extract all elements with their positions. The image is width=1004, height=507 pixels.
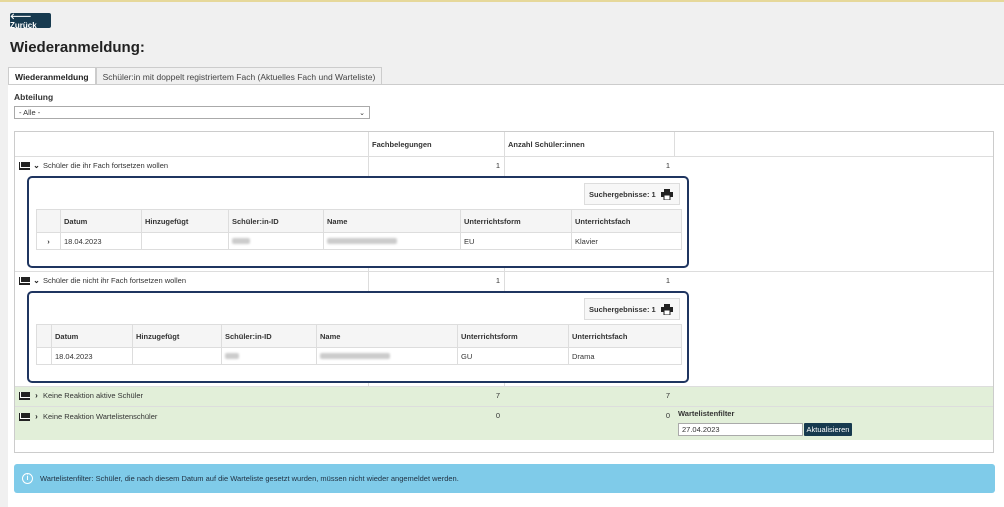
top-accent-bar bbox=[0, 0, 1004, 2]
anzahl-value: 1 bbox=[665, 161, 670, 170]
mail-icon[interactable] bbox=[19, 161, 30, 170]
results-panel-nicht-fortsetzen: Suchergebnisse: 1 Datum Hinzugefügt Schü… bbox=[27, 291, 689, 383]
info-alert: i Wartelistenfilter: Schüler, die nach d… bbox=[14, 464, 995, 493]
tab-wiederanmeldung[interactable]: Wiederanmeldung bbox=[8, 67, 96, 85]
col-datum: Datum bbox=[64, 216, 88, 226]
col-name: Name bbox=[320, 331, 341, 341]
col-hinzugefuegt: Hinzugefügt bbox=[136, 331, 180, 341]
cell-datum: 18.04.2023 bbox=[64, 236, 102, 246]
row-label-group: › Keine Reaktion aktive Schüler bbox=[19, 391, 143, 400]
tab-bar: Wiederanmeldung Schüler:in mit doppelt r… bbox=[8, 67, 383, 85]
mail-icon[interactable] bbox=[19, 391, 30, 400]
anzahl-value: 0 bbox=[665, 411, 670, 420]
cell-unterrichtsform: EU bbox=[464, 236, 475, 246]
cell-hinzugefuegt bbox=[132, 348, 136, 364]
col-datum: Datum bbox=[55, 331, 79, 341]
chevron-down-icon: ⌄ bbox=[359, 109, 365, 117]
tab-doppelt-registriert[interactable]: Schüler:in mit doppelt registriertem Fac… bbox=[95, 67, 383, 85]
cell-name-redacted bbox=[323, 233, 397, 249]
page-title: Wiederanmeldung: bbox=[10, 39, 145, 56]
table-row-nicht-fortsetzen: ⌄ Schüler die nicht ihr Fach fortsetzen … bbox=[15, 271, 993, 386]
header-anzahl-schueler: Anzahl Schüler:innen bbox=[508, 139, 585, 149]
results-table: Datum Hinzugefügt Schüler:in-ID Name Unt… bbox=[36, 209, 682, 250]
results-table: Datum Hinzugefügt Schüler:in-ID Name Unt… bbox=[36, 324, 682, 365]
wartelistenfilter-label: Wartelistenfilter bbox=[678, 409, 735, 418]
anzahl-value: 7 bbox=[665, 391, 670, 400]
wartelistenfilter-date-input[interactable]: 27.04.2023 bbox=[678, 423, 803, 436]
fachbelegungen-value: 7 bbox=[495, 391, 500, 400]
col-unterrichtsfach: Unterrichtsfach bbox=[572, 331, 628, 341]
abteilung-label: Abteilung bbox=[14, 92, 54, 102]
fachbelegungen-value: 1 bbox=[495, 161, 500, 170]
wiederanmeldung-table: Fachbelegungen Anzahl Schüler:innen ⌄ Sc… bbox=[14, 131, 994, 453]
chevron-right-icon[interactable]: › bbox=[33, 412, 40, 421]
results-panel-fortsetzen: Suchergebnisse: 1 Datum Hinzugefügt Schü… bbox=[27, 176, 689, 268]
col-hinzugefuegt: Hinzugefügt bbox=[145, 216, 189, 226]
chevron-down-icon[interactable]: ⌄ bbox=[33, 276, 40, 285]
chevron-down-icon[interactable]: ⌄ bbox=[33, 161, 40, 170]
printer-icon[interactable] bbox=[661, 189, 673, 200]
col-schueler-id: Schüler:in-ID bbox=[225, 331, 272, 341]
row-label-group: › Keine Reaktion Wartelistenschüler bbox=[19, 412, 157, 421]
results-table-header: Datum Hinzugefügt Schüler:in-ID Name Unt… bbox=[37, 325, 681, 347]
col-schueler-id: Schüler:in-ID bbox=[232, 216, 279, 226]
col-unterrichtsfach: Unterrichtsfach bbox=[575, 216, 631, 226]
table-row[interactable]: 18.04.2023 GU Drama bbox=[37, 347, 681, 364]
row-label: Keine Reaktion Wartelistenschüler bbox=[43, 412, 158, 421]
row-label: Schüler die nicht ihr Fach fortsetzen wo… bbox=[43, 276, 186, 285]
column-divider bbox=[674, 132, 675, 156]
cell-unterrichtsfach: Klavier bbox=[575, 236, 598, 246]
cell-schueler-id-redacted bbox=[228, 233, 250, 249]
mail-icon[interactable] bbox=[19, 412, 30, 421]
row-label: Schüler die ihr Fach fortsetzen wollen bbox=[43, 161, 169, 170]
chevron-right-icon[interactable]: › bbox=[33, 391, 40, 400]
abteilung-selected-value: - Alle - bbox=[19, 108, 41, 117]
search-results-count: Suchergebnisse: 1 bbox=[584, 183, 680, 205]
expand-row-icon[interactable]: › bbox=[37, 233, 60, 249]
table-row[interactable]: › 18.04.2023 EU Klavier bbox=[37, 232, 681, 249]
cell-unterrichtsform: GU bbox=[461, 351, 473, 361]
aktualisieren-button[interactable]: Aktualisieren bbox=[804, 423, 852, 436]
search-results-count: Suchergebnisse: 1 bbox=[584, 298, 680, 320]
results-label: Suchergebnisse: 1 bbox=[589, 189, 656, 199]
info-icon: i bbox=[22, 473, 33, 484]
row-label: Keine Reaktion aktive Schüler bbox=[43, 391, 144, 400]
results-label: Suchergebnisse: 1 bbox=[589, 304, 656, 314]
cell-schueler-id-redacted bbox=[221, 348, 239, 364]
cell-unterrichtsfach: Drama bbox=[572, 351, 595, 361]
header-fachbelegungen: Fachbelegungen bbox=[372, 139, 432, 149]
table-row-fortsetzen: ⌄ Schüler die ihr Fach fortsetzen wollen… bbox=[15, 156, 993, 271]
row-label-group: ⌄ Schüler die nicht ihr Fach fortsetzen … bbox=[19, 276, 186, 285]
results-table-header: Datum Hinzugefügt Schüler:in-ID Name Unt… bbox=[37, 210, 681, 232]
col-name: Name bbox=[327, 216, 348, 226]
col-unterrichtsform: Unterrichtsform bbox=[464, 216, 521, 226]
abteilung-select[interactable]: - Alle - ⌄ bbox=[14, 106, 370, 119]
col-unterrichtsform: Unterrichtsform bbox=[461, 331, 518, 341]
info-text: Wartelistenfilter: Schüler, die nach die… bbox=[40, 474, 459, 483]
cell-hinzugefuegt bbox=[141, 233, 145, 249]
anzahl-value: 1 bbox=[665, 276, 670, 285]
row-label-group: ⌄ Schüler die ihr Fach fortsetzen wollen bbox=[19, 161, 168, 170]
mail-icon[interactable] bbox=[19, 276, 30, 285]
cell-name-redacted bbox=[316, 348, 390, 364]
back-button[interactable]: 🡐 Zurück bbox=[10, 12, 51, 30]
fachbelegungen-value: 1 bbox=[495, 276, 500, 285]
table-row-keine-reaktion-aktiv: › Keine Reaktion aktive Schüler 7 7 bbox=[15, 386, 993, 406]
fachbelegungen-value: 0 bbox=[495, 411, 500, 420]
cell-datum: 18.04.2023 bbox=[55, 351, 93, 361]
printer-icon[interactable] bbox=[661, 304, 673, 315]
